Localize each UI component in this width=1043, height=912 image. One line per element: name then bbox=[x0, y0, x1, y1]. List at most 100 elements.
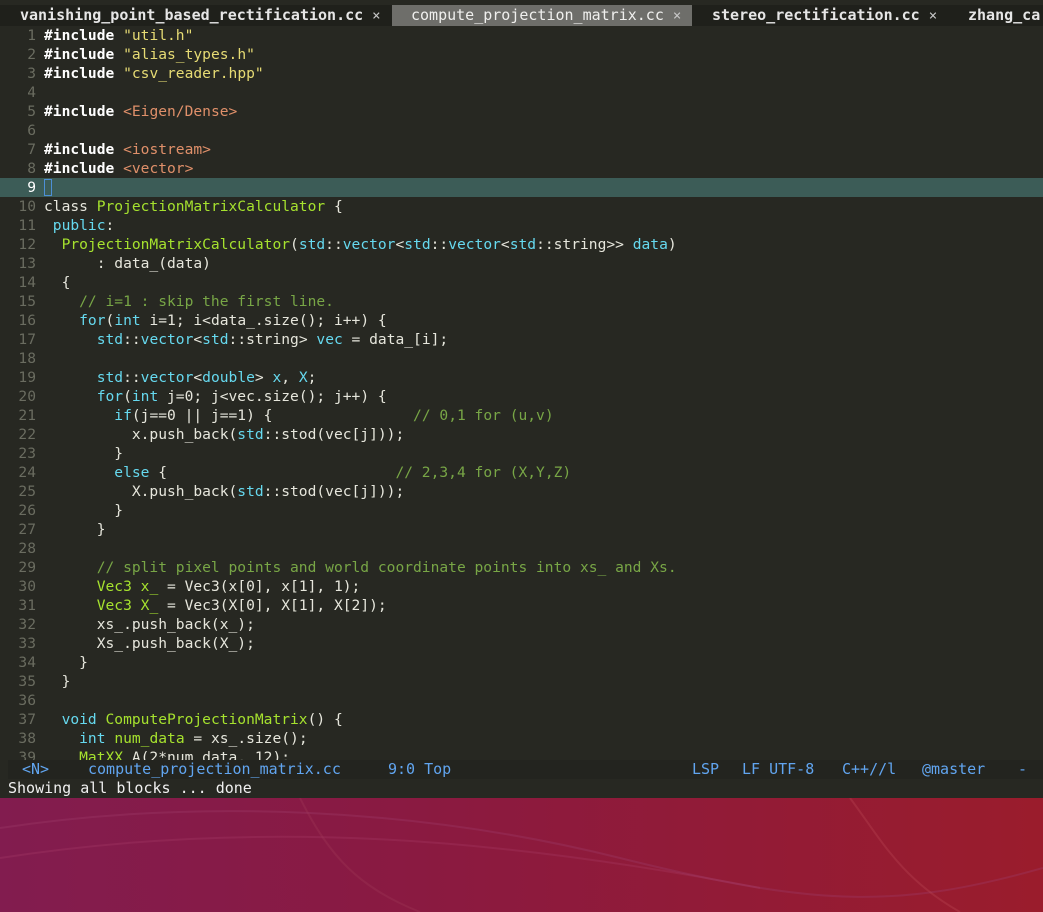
code-line[interactable]: 26 } bbox=[0, 501, 1043, 520]
tab-stereo-rectification[interactable]: stereo_rectification.cc × bbox=[712, 5, 937, 26]
code-line[interactable]: 3 #include "csv_reader.hpp" bbox=[0, 64, 1043, 83]
code-line[interactable]: 9 bbox=[0, 178, 1043, 197]
close-icon[interactable]: × bbox=[372, 8, 380, 24]
code-token: void bbox=[44, 711, 97, 728]
code-line[interactable]: 23 } bbox=[0, 444, 1043, 463]
code-line[interactable]: 4 bbox=[0, 83, 1043, 102]
code-token: j=0; j<vec.size(); j++) { bbox=[158, 388, 387, 405]
code-text: ProjectionMatrixCalculator(std::vector<s… bbox=[44, 235, 677, 254]
code-text: #include "util.h" bbox=[44, 26, 193, 45]
code-line[interactable]: 16 for(int i=1; i<data_.size(); i++) { bbox=[0, 311, 1043, 330]
code-token: <iostream> bbox=[123, 141, 211, 158]
code-line[interactable]: 18 bbox=[0, 349, 1043, 368]
code-line[interactable]: 5 #include <Eigen/Dense> bbox=[0, 102, 1043, 121]
line-number: 13 bbox=[18, 255, 36, 272]
code-token: X bbox=[298, 369, 308, 386]
code-token: A(2*num_data, 12); bbox=[123, 749, 291, 760]
code-line[interactable]: 11 public: bbox=[0, 216, 1043, 235]
code-line[interactable]: 35 } bbox=[0, 672, 1043, 691]
encoding-indicator[interactable]: LF UTF-8 bbox=[742, 760, 814, 779]
code-token: #include bbox=[44, 160, 115, 177]
code-token: vec bbox=[316, 331, 343, 348]
code-line[interactable]: 20 for(int j=0; j<vec.size(); j++) { bbox=[0, 387, 1043, 406]
tab-compute-projection-matrix[interactable]: compute_projection_matrix.cc × bbox=[392, 5, 692, 26]
code-token: () { bbox=[307, 711, 343, 728]
code-line[interactable]: 14 { bbox=[0, 273, 1043, 292]
code-area[interactable]: 1 #include "util.h" 2 #include "alias_types… bbox=[0, 26, 1043, 760]
code-line[interactable]: 29 // split pixel points and world coord… bbox=[0, 558, 1043, 577]
code-line[interactable]: 19 std::vector<double> x, X; bbox=[0, 368, 1043, 387]
tab-label: vanishing_point_based_rectification.cc bbox=[20, 6, 364, 24]
major-mode-indicator[interactable]: C++//l bbox=[842, 760, 896, 779]
code-text: // split pixel points and world coordina… bbox=[44, 558, 677, 577]
code-token: else bbox=[44, 464, 150, 481]
code-line[interactable]: 34 } bbox=[0, 653, 1043, 672]
code-line[interactable]: 24 else { // 2,3,4 for (X,Y,Z) bbox=[0, 463, 1043, 482]
code-line[interactable]: 27 } bbox=[0, 520, 1043, 539]
line-number: 28 bbox=[18, 540, 36, 557]
code-token: xs_.push_back(x_); bbox=[44, 616, 255, 633]
code-line[interactable]: 32 xs_.push_back(x_); bbox=[0, 615, 1043, 634]
code-token: x_ bbox=[140, 578, 159, 595]
code-text: X.push_back(std::stod(vec[j])); bbox=[44, 482, 404, 501]
buffer-filename[interactable]: compute_projection_matrix.cc bbox=[88, 760, 341, 779]
code-line[interactable]: 25 X.push_back(std::stod(vec[j])); bbox=[0, 482, 1043, 501]
code-token: #include bbox=[44, 103, 115, 120]
code-line[interactable]: 12 ProjectionMatrixCalculator(std::vecto… bbox=[0, 235, 1043, 254]
code-text: #include <vector> bbox=[44, 159, 193, 178]
code-text: } bbox=[44, 520, 106, 539]
code-token: X.push_back( bbox=[44, 483, 238, 500]
code-line[interactable]: 38 int num_data = xs_.size(); bbox=[0, 729, 1043, 748]
code-token: :: bbox=[123, 331, 141, 348]
code-token: < bbox=[193, 331, 203, 348]
code-line[interactable]: 37 void ComputeProjectionMatrix() { bbox=[0, 710, 1043, 729]
line-number: 34 bbox=[18, 654, 36, 671]
code-line[interactable]: 30 Vec3 x_ = Vec3(x[0], x[1], 1); bbox=[0, 577, 1043, 596]
code-text: class ProjectionMatrixCalculator { bbox=[44, 197, 343, 216]
code-line[interactable]: 22 x.push_back(std::stod(vec[j])); bbox=[0, 425, 1043, 444]
code-token: : bbox=[105, 217, 115, 234]
code-line[interactable]: 7 #include <iostream> bbox=[0, 140, 1043, 159]
code-line[interactable]: 28 bbox=[0, 539, 1043, 558]
code-line[interactable]: 21 if(j==0 || j==1) { // 0,1 for (u,v) bbox=[0, 406, 1043, 425]
code-line[interactable]: 8 #include <vector> bbox=[0, 159, 1043, 178]
code-line[interactable]: 2 #include "alias_types.h" bbox=[0, 45, 1043, 64]
code-token: :: bbox=[123, 369, 141, 386]
tab-label: compute_projection_matrix.cc bbox=[411, 6, 664, 24]
code-token: ( bbox=[290, 236, 299, 253]
code-token: #include bbox=[44, 27, 115, 44]
close-icon[interactable]: × bbox=[929, 8, 937, 24]
code-token: , bbox=[281, 369, 299, 386]
code-token: } bbox=[44, 654, 88, 671]
tab-zhang-calibration[interactable]: zhang_ca bbox=[968, 5, 1040, 26]
code-token: num_data bbox=[114, 730, 185, 747]
code-token: std bbox=[298, 236, 326, 253]
line-number: 30 bbox=[18, 578, 36, 595]
lsp-indicator[interactable]: LSP bbox=[692, 760, 719, 779]
close-icon[interactable]: × bbox=[673, 8, 681, 24]
code-text: } bbox=[44, 672, 71, 691]
code-line[interactable]: 17 std::vector<std::string> vec = data_[… bbox=[0, 330, 1043, 349]
line-number: 25 bbox=[18, 483, 36, 500]
code-token: for bbox=[44, 388, 124, 405]
code-token: for bbox=[44, 312, 106, 329]
code-line[interactable]: 10 class ProjectionMatrixCalculator { bbox=[0, 197, 1043, 216]
code-line[interactable]: 6 bbox=[0, 121, 1043, 140]
tab-vanishing-point-based-rectification[interactable]: vanishing_point_based_rectification.cc × bbox=[20, 5, 381, 26]
line-number: 10 bbox=[18, 198, 36, 215]
code-line[interactable]: 15 // i=1 : skip the first line. bbox=[0, 292, 1043, 311]
code-line[interactable]: 33 Xs_.push_back(X_); bbox=[0, 634, 1043, 653]
tab-bar: vanishing_point_based_rectification.cc × … bbox=[0, 5, 1043, 26]
git-branch-indicator[interactable]: @master bbox=[922, 760, 985, 779]
code-line[interactable]: 39 MatXX A(2*num_data, 12); bbox=[0, 748, 1043, 760]
code-line[interactable]: 1 #include "util.h" bbox=[0, 26, 1043, 45]
code-text: MatXX A(2*num_data, 12); bbox=[44, 748, 290, 760]
code-line[interactable]: 31 Vec3 X_ = Vec3(X[0], X[1], X[2]); bbox=[0, 596, 1043, 615]
code-line[interactable]: 13 : data_(data) bbox=[0, 254, 1043, 273]
code-line[interactable]: 36 bbox=[0, 691, 1043, 710]
line-number: 29 bbox=[18, 559, 36, 576]
code-text: // i=1 : skip the first line. bbox=[44, 292, 334, 311]
